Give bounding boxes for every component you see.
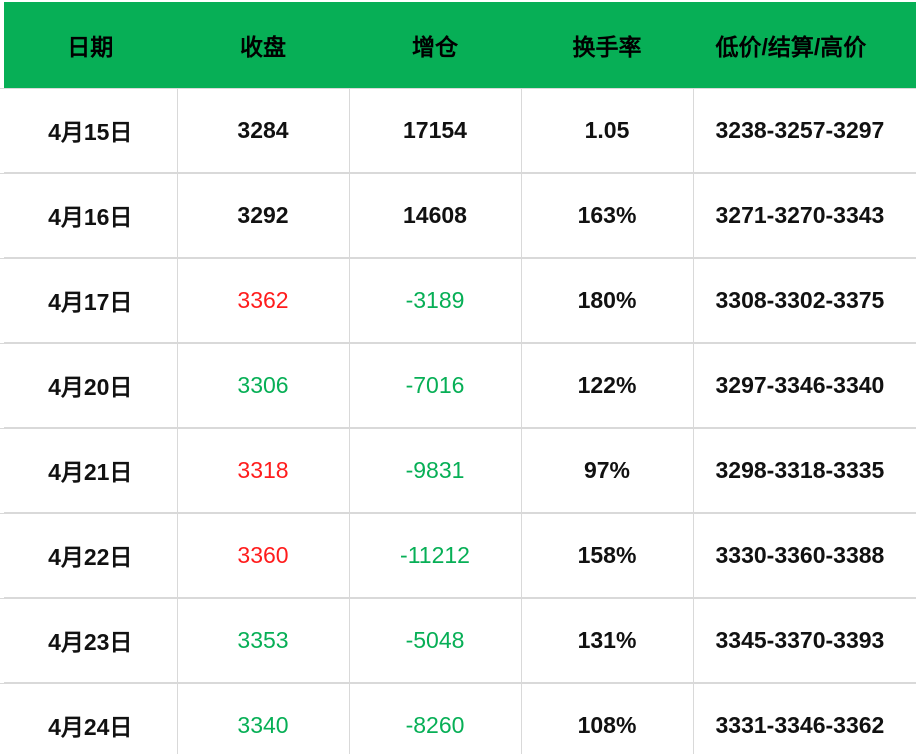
spreadsheet-area: 日期 收盘 增仓 换手率 低价/结算/高价 4月15日 3284 17154 1.05… [0, 0, 916, 754]
cell-price-range[interactable]: 3238-3257-3297 [693, 88, 916, 173]
cell-oi-change[interactable]: 17154 [349, 88, 522, 173]
cell-price-range[interactable]: 3345-3370-3393 [693, 597, 916, 683]
cell-close[interactable]: 3318 [177, 427, 350, 513]
cell-oi-change[interactable]: -3189 [349, 257, 522, 343]
cell-oi-change[interactable]: -7016 [349, 342, 522, 428]
cell-close[interactable]: 3292 [177, 172, 350, 258]
cell-close[interactable]: 3284 [177, 88, 350, 173]
cell-turnover[interactable]: 108% [521, 682, 694, 754]
table-row: 4月21日 3318 -9831 97% 3298-3318-3335 [4, 427, 916, 513]
header-close[interactable]: 收盘 [177, 2, 350, 88]
header-turnover[interactable]: 换手率 [521, 2, 694, 88]
header-oi-change[interactable]: 增仓 [349, 2, 522, 88]
cell-date[interactable]: 4月17日 [4, 257, 178, 343]
cell-date[interactable]: 4月22日 [4, 512, 178, 598]
header-date[interactable]: 日期 [4, 2, 178, 88]
cell-oi-change[interactable]: -5048 [349, 597, 522, 683]
futures-data-table: 日期 收盘 增仓 换手率 低价/结算/高价 4月15日 3284 17154 1.05… [4, 2, 916, 754]
cell-price-range[interactable]: 3297-3346-3340 [693, 342, 916, 428]
table-row: 4月16日 3292 14608 163% 3271-3270-3343 [4, 172, 916, 258]
cell-close[interactable]: 3360 [177, 512, 350, 598]
cell-close[interactable]: 3362 [177, 257, 350, 343]
cell-price-range[interactable]: 3298-3318-3335 [693, 427, 916, 513]
cell-turnover[interactable]: 180% [521, 257, 694, 343]
table-row: 4月20日 3306 -7016 122% 3297-3346-3340 [4, 342, 916, 428]
table-row: 4月22日 3360 -11212 158% 3330-3360-3388 [4, 512, 916, 598]
table-row: 4月17日 3362 -3189 180% 3308-3302-3375 [4, 257, 916, 343]
cell-turnover[interactable]: 97% [521, 427, 694, 513]
table-row: 4月23日 3353 -5048 131% 3345-3370-3393 [4, 597, 916, 683]
cell-turnover[interactable]: 122% [521, 342, 694, 428]
cell-turnover[interactable]: 1.05 [521, 88, 694, 173]
cell-date[interactable]: 4月24日 [4, 682, 178, 754]
cell-price-range[interactable]: 3271-3270-3343 [693, 172, 916, 258]
cell-turnover[interactable]: 131% [521, 597, 694, 683]
cell-price-range[interactable]: 3308-3302-3375 [693, 257, 916, 343]
cell-date[interactable]: 4月20日 [4, 342, 178, 428]
cell-close[interactable]: 3340 [177, 682, 350, 754]
table-row: 4月15日 3284 17154 1.05 3238-3257-3297 [4, 88, 916, 173]
cell-turnover[interactable]: 158% [521, 512, 694, 598]
cell-close[interactable]: 3306 [177, 342, 350, 428]
cell-oi-change[interactable]: -8260 [349, 682, 522, 754]
cell-date[interactable]: 4月16日 [4, 172, 178, 258]
cell-oi-change[interactable]: -11212 [349, 512, 522, 598]
cell-date[interactable]: 4月21日 [4, 427, 178, 513]
cell-price-range[interactable]: 3331-3346-3362 [693, 682, 916, 754]
cell-close[interactable]: 3353 [177, 597, 350, 683]
cell-date[interactable]: 4月23日 [4, 597, 178, 683]
cell-turnover[interactable]: 163% [521, 172, 694, 258]
header-row: 日期 收盘 增仓 换手率 低价/结算/高价 [4, 2, 916, 88]
cell-oi-change[interactable]: -9831 [349, 427, 522, 513]
table-row: 4月24日 3340 -8260 108% 3331-3346-3362 [4, 682, 916, 754]
cell-price-range[interactable]: 3330-3360-3388 [693, 512, 916, 598]
header-price-range[interactable]: 低价/结算/高价 [693, 2, 916, 88]
cell-date[interactable]: 4月15日 [4, 88, 178, 173]
cell-oi-change[interactable]: 14608 [349, 172, 522, 258]
